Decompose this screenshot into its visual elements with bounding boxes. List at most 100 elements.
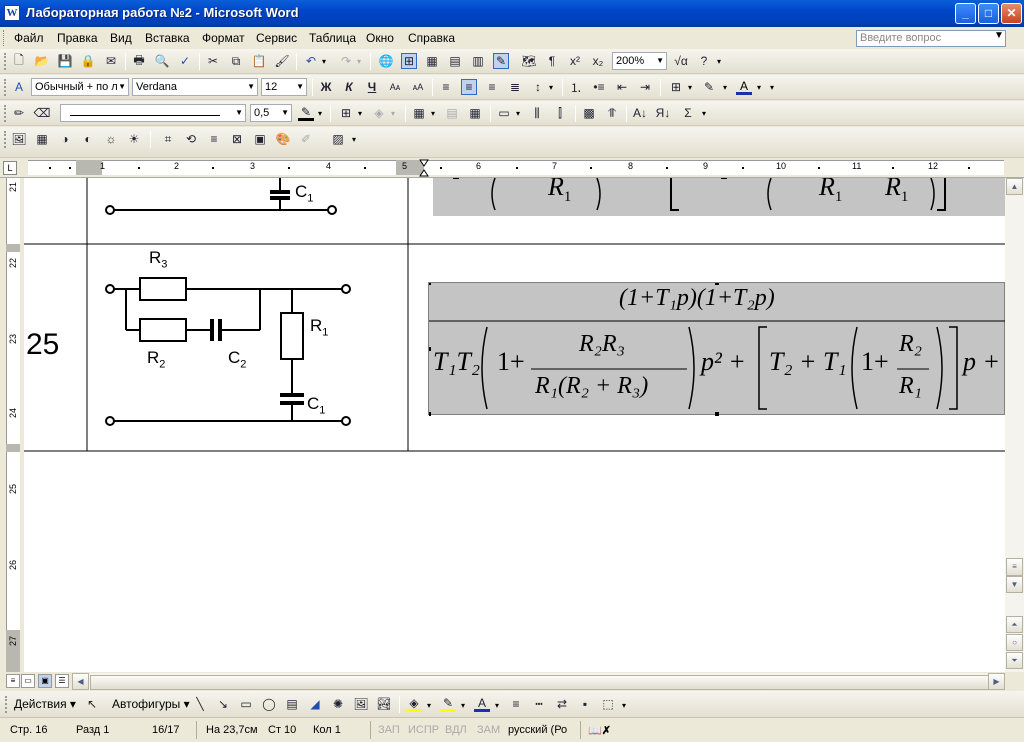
decrease-indent-icon[interactable]: ⇤	[614, 79, 630, 95]
split-cells-icon[interactable]: ▦	[467, 105, 483, 121]
superscript-icon[interactable]: x²	[567, 53, 583, 69]
crop-icon[interactable]: ⌗	[160, 131, 176, 147]
status-track-changes[interactable]: ИСПР	[408, 724, 439, 736]
sort-descending-icon[interactable]: Я↓	[655, 105, 671, 121]
justify-icon[interactable]: ≣	[507, 79, 523, 95]
shadow-style-icon[interactable]: ▪	[577, 696, 593, 712]
minimize-button[interactable]: _	[955, 3, 976, 24]
reset-picture-icon[interactable]: ▨	[330, 131, 346, 147]
scroll-up-button[interactable]: ▲	[1006, 178, 1023, 195]
menu-tools[interactable]: Сервис	[256, 31, 297, 45]
more-contrast-icon[interactable]: ◑	[57, 131, 73, 147]
font-color-icon[interactable]: A	[736, 79, 752, 95]
set-transparent-icon[interactable]: ✐	[298, 131, 314, 147]
subscript-icon[interactable]: x₂	[590, 53, 606, 69]
styles-pane-icon[interactable]: A	[11, 79, 27, 95]
eraser-icon[interactable]: ⌫	[34, 105, 51, 121]
scroll-down-button[interactable]: ▼	[1006, 576, 1023, 593]
zoom-select[interactable]: 200% ▼	[612, 52, 667, 70]
line-style-icon[interactable]: ≡	[206, 131, 222, 147]
save-icon[interactable]: 💾	[57, 53, 73, 69]
rotate-icon[interactable]: ⟲	[183, 131, 199, 147]
grow-font-icon[interactable]: Aᴀ	[387, 79, 403, 95]
formula-top-partial[interactable]: R1 R1 R1	[433, 178, 1005, 216]
align-left-icon[interactable]: ≡	[438, 79, 454, 95]
horizontal-scrollbar[interactable]: ◀ ▶	[72, 673, 1005, 690]
vertical-scrollbar[interactable]: ▲ ≡ ▼ ⏶ ○ ⏷	[1005, 178, 1024, 672]
word-app-icon[interactable]: W	[4, 5, 20, 21]
status-extend[interactable]: ВДЛ	[445, 724, 467, 736]
hyperlink-icon[interactable]: 🌐	[378, 53, 394, 69]
menu-insert[interactable]: Вставка	[145, 31, 190, 45]
increase-indent-icon[interactable]: ⇥	[637, 79, 653, 95]
email-icon[interactable]: ✉	[103, 53, 119, 69]
spelling-icon[interactable]: ✓	[177, 53, 193, 69]
help-icon[interactable]: ?	[696, 53, 712, 69]
insert-excel-icon[interactable]: ▤	[447, 53, 463, 69]
status-position[interactable]: На 23,7см	[206, 724, 258, 736]
previous-page-button[interactable]: ⏶	[1006, 616, 1023, 633]
numbering-icon[interactable]: ⒈	[568, 79, 584, 95]
actions-menu[interactable]: Действия ▾	[14, 697, 76, 711]
print-preview-icon[interactable]: 🔍	[154, 53, 170, 69]
tables-borders-icon[interactable]: ⊞	[401, 53, 417, 69]
print-icon[interactable]: 🖶	[131, 53, 147, 69]
rectangle-tool-icon[interactable]: ▭	[238, 696, 254, 712]
shrink-font-icon[interactable]: ᴀA	[410, 79, 426, 95]
menu-edit[interactable]: Правка	[57, 31, 98, 45]
equation-icon[interactable]: √α	[673, 53, 689, 69]
print-layout-button[interactable]: ▣	[38, 674, 52, 688]
underline-button[interactable]: Ч	[364, 79, 380, 95]
status-record-macro[interactable]: ЗАП	[378, 724, 400, 736]
menu-table[interactable]: Таблица	[309, 31, 356, 45]
font-select[interactable]: Verdana ▼	[132, 78, 258, 96]
autosum-icon[interactable]: Σ	[680, 105, 696, 121]
new-document-icon[interactable]: 🗋	[11, 53, 27, 69]
status-overtype[interactable]: ЗАМ	[477, 724, 500, 736]
3d-style-icon[interactable]: ⬚	[600, 696, 616, 712]
sort-ascending-icon[interactable]: A↓	[632, 105, 648, 121]
autoshapes-menu[interactable]: Автофигуры ▾	[112, 697, 190, 711]
borders-icon[interactable]: ⊞	[668, 79, 684, 95]
status-line[interactable]: Ст 10	[268, 724, 296, 736]
insert-table-menu-icon[interactable]: ▦	[411, 105, 427, 121]
horizontal-ruler[interactable]: L 1 2 3 4 5 6 7 8 9 10 11 12	[0, 158, 1024, 178]
align-cell-icon[interactable]: ▭	[496, 105, 512, 121]
open-icon[interactable]: 📂	[34, 53, 50, 69]
redo-icon[interactable]: ↷	[338, 53, 354, 69]
permission-icon[interactable]: 🔒	[80, 53, 96, 69]
compress-icon[interactable]: ⊠	[229, 131, 245, 147]
line-style-select[interactable]: ▼	[60, 104, 246, 122]
text-box-icon[interactable]: ▤	[284, 696, 300, 712]
color-icon[interactable]: ▦	[34, 131, 50, 147]
columns-icon[interactable]: ▥	[470, 53, 486, 69]
line-color-icon[interactable]: ✎	[440, 696, 456, 712]
wordart-icon[interactable]: ◢	[307, 696, 323, 712]
status-section[interactable]: Разд 1	[76, 724, 109, 736]
status-language[interactable]: русский (Ро	[508, 724, 567, 736]
more-brightness-icon[interactable]: ☼	[103, 131, 119, 147]
bullets-icon[interactable]: •≡	[591, 79, 607, 95]
outline-view-button[interactable]: ☰	[55, 674, 69, 688]
line-style-tool-icon[interactable]: ≡	[508, 696, 524, 712]
drawing-icon[interactable]: ✎	[493, 53, 509, 69]
diagram-icon[interactable]: ✺	[330, 696, 346, 712]
draw-table-icon[interactable]: ✏	[11, 105, 27, 121]
text-wrap-icon[interactable]: ▣	[252, 131, 268, 147]
scroll-right-button[interactable]: ▶	[988, 673, 1005, 690]
less-contrast-icon[interactable]: ◐	[80, 131, 96, 147]
horizontal-scroll-thumb[interactable]	[90, 675, 990, 690]
next-page-button[interactable]: ⏷	[1006, 652, 1023, 669]
line-weight-select[interactable]: 0,5 ▼	[250, 104, 292, 122]
insert-picture-icon[interactable]: 🖼	[11, 131, 27, 147]
bold-button[interactable]: Ж	[318, 79, 334, 95]
menu-help[interactable]: Справка	[408, 31, 455, 45]
format-painter-icon[interactable]: 🖌	[274, 53, 290, 69]
border-color-icon[interactable]: ✎	[298, 105, 314, 121]
arrow-style-icon[interactable]: ⇄	[554, 696, 570, 712]
menu-grip[interactable]	[3, 30, 6, 46]
show-hide-icon[interactable]: ¶	[544, 53, 560, 69]
align-center-icon[interactable]: ≡	[461, 79, 477, 95]
spelling-status-icon[interactable]: 📖✗	[588, 724, 611, 737]
scroll-thumb[interactable]: ≡	[1006, 558, 1023, 576]
